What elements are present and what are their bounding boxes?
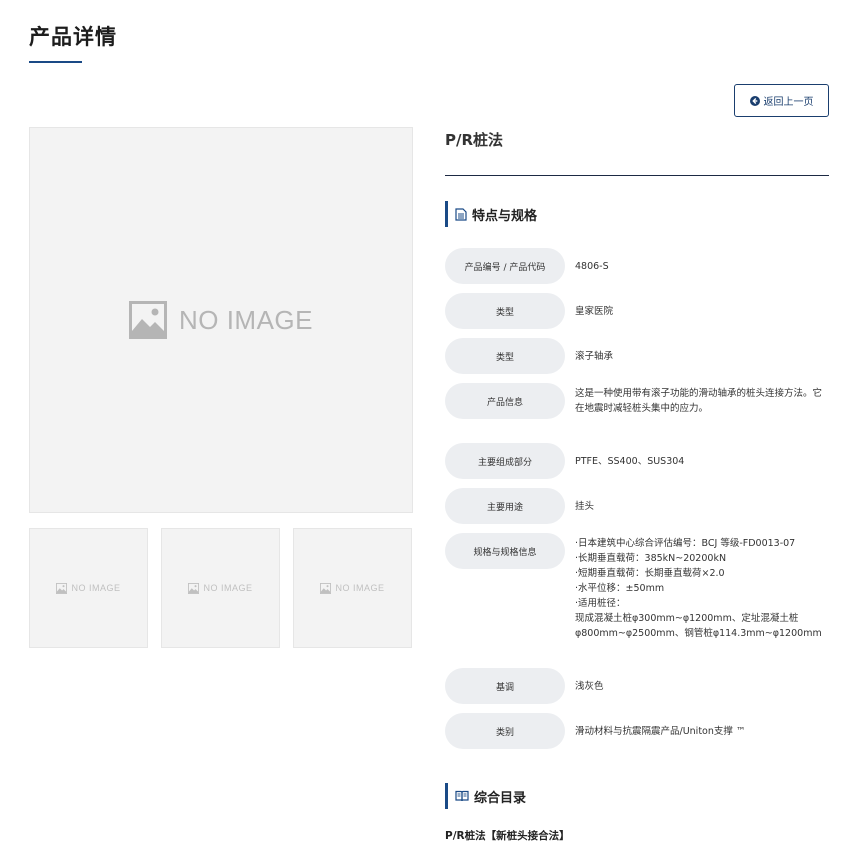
spec-value: 皇家医院	[575, 306, 614, 317]
thumbnail-1[interactable]: NO IMAGE	[29, 528, 148, 648]
book-icon	[455, 790, 469, 802]
spec-row: 主要用途 挂头	[445, 488, 830, 524]
no-image-text: NO IMAGE	[178, 304, 313, 335]
thumbnail-3[interactable]: NO IMAGE	[293, 528, 412, 648]
spec-label: 产品编号 / 产品代码	[445, 248, 565, 284]
spec-value: 浅灰色	[575, 681, 604, 692]
main-product-image: NO IMAGE	[29, 127, 413, 513]
spec-row: 类型 皇家医院	[445, 293, 830, 329]
no-image-text: NO IMAGE	[203, 583, 253, 593]
spec-row: 规格与规格信息 ·日本建筑中心综合评估编号：BCJ 等级-FD0013-07 ·…	[445, 533, 830, 641]
spec-value: 滚子轴承	[575, 351, 614, 362]
thumbnail-2[interactable]: NO IMAGE	[161, 528, 280, 648]
spec-value: 滑动材料与抗震隔震产品/Uniton支撑 ™	[575, 726, 746, 737]
spec-label: 类别	[445, 713, 565, 749]
spec-label: 产品信息	[445, 383, 565, 419]
spec-label: 类型	[445, 338, 565, 374]
spec-value: ·日本建筑中心综合评估编号：BCJ 等级-FD0013-07 ·长期垂直载荷：3…	[575, 538, 822, 639]
title-underline	[29, 61, 82, 63]
catalog-link[interactable]: P/R桩法【新桩头接合法】	[445, 828, 570, 843]
image-icon	[128, 301, 167, 339]
no-image-text: NO IMAGE	[71, 583, 121, 593]
product-name: P/R桩法	[445, 131, 504, 149]
document-icon	[455, 207, 467, 221]
spec-row: 类别 滑动材料与抗震隔震产品/Uniton支撑 ™	[445, 713, 830, 749]
spec-value: 这是一种使用带有滚子功能的滑动轴承的桩头连接方法。它在地震时减轻桩头集中的应力。	[575, 388, 823, 414]
spec-value: PTFE、SS400、SUS304	[575, 456, 685, 467]
page-title: 产品详情	[29, 25, 117, 49]
image-icon	[320, 582, 332, 594]
spec-value: 挂头	[575, 501, 595, 512]
spec-row: 类型 滚子轴承	[445, 338, 830, 374]
image-icon	[56, 582, 68, 594]
spec-label: 基调	[445, 668, 565, 704]
spec-label: 规格与规格信息	[445, 533, 565, 569]
spec-label: 主要用途	[445, 488, 565, 524]
catalog-heading: 综合目录	[445, 783, 526, 809]
spec-row: 基调 浅灰色	[445, 668, 830, 704]
arrow-left-circle-icon	[749, 95, 760, 106]
spec-row: 产品信息 这是一种使用带有滚子功能的滑动轴承的桩头连接方法。它在地震时减轻桩头集…	[445, 383, 830, 419]
catalog-heading-label: 综合目录	[474, 790, 527, 806]
image-icon	[188, 582, 200, 594]
spec-row: 主要组成部分 PTFE、SS400、SUS304	[445, 443, 830, 479]
spec-value: 4806-S	[575, 261, 609, 272]
divider	[445, 175, 829, 176]
no-image-text: NO IMAGE	[335, 583, 385, 593]
back-button-label: 返回上一页	[763, 97, 814, 108]
back-button[interactable]: 返回上一页	[734, 84, 829, 117]
spec-row: 产品编号 / 产品代码 4806-S	[445, 248, 830, 284]
spec-label: 主要组成部分	[445, 443, 565, 479]
specs-heading: 特点与规格	[445, 201, 537, 227]
specs-heading-label: 特点与规格	[472, 208, 538, 224]
spec-label: 类型	[445, 293, 565, 329]
